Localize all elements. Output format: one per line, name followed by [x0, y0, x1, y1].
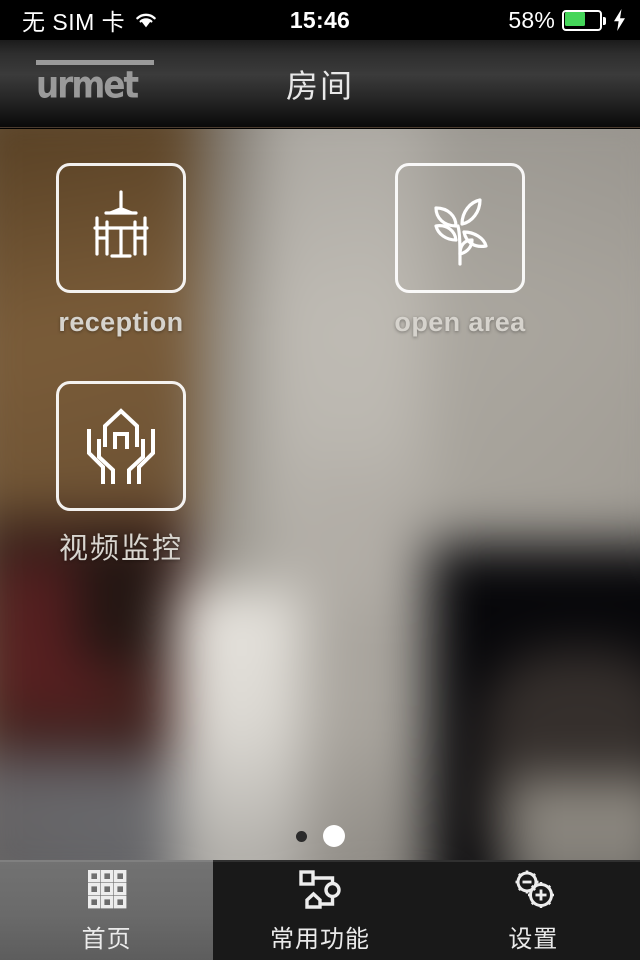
tile-reception-box[interactable] [56, 163, 186, 293]
tile-video-surveillance-box[interactable] [56, 381, 186, 511]
gears-plus-minus-icon [507, 867, 559, 913]
room-tile-grid: reception open area 视频监控 [0, 129, 640, 860]
tab-common-functions-label: 常用功能 [269, 925, 370, 953]
tile-video-surveillance-label: 视频监控 [58, 533, 183, 565]
status-bar-right: 58% [508, 0, 626, 40]
tile-video-surveillance[interactable]: 视频监控 [11, 381, 231, 567]
tile-reception[interactable]: reception [11, 163, 231, 338]
page-indicator[interactable] [0, 825, 640, 847]
page-dot-2-active[interactable] [322, 825, 345, 847]
tile-open-area-box[interactable] [395, 163, 525, 293]
battery-percent-label: 58% [508, 6, 555, 33]
page-dot-1[interactable] [295, 830, 307, 842]
tab-settings-label: 设置 [508, 925, 559, 953]
page-title: 房间 [285, 68, 354, 104]
tab-settings[interactable]: 设置 [426, 860, 640, 960]
bottom-tab-bar: 首页 常用功能 设置 [0, 860, 640, 960]
tile-open-area-label: open area [394, 307, 526, 337]
status-bar: 无 SIM 卡 15:46 58% [0, 0, 640, 40]
tab-common-functions[interactable]: 常用功能 [213, 860, 427, 960]
grid-3x3-icon [81, 867, 133, 913]
flow-nodes-icon [294, 867, 346, 913]
plant-sprout-icon [414, 182, 506, 274]
tab-home-label: 首页 [81, 925, 132, 953]
battery-icon [562, 9, 606, 31]
tile-open-area[interactable]: open area [350, 163, 570, 338]
tab-home[interactable]: 首页 [0, 860, 214, 960]
house-in-hands-icon [75, 400, 167, 492]
dining-table-icon [75, 182, 167, 274]
tile-reception-label: reception [58, 307, 184, 337]
app-header: urmet 房间 [0, 40, 640, 128]
lightning-bolt-icon [613, 9, 626, 31]
app-screen: 无 SIM 卡 15:46 58% urmet 房间 reception ope… [0, 0, 640, 960]
tabbar-divider [0, 860, 640, 862]
